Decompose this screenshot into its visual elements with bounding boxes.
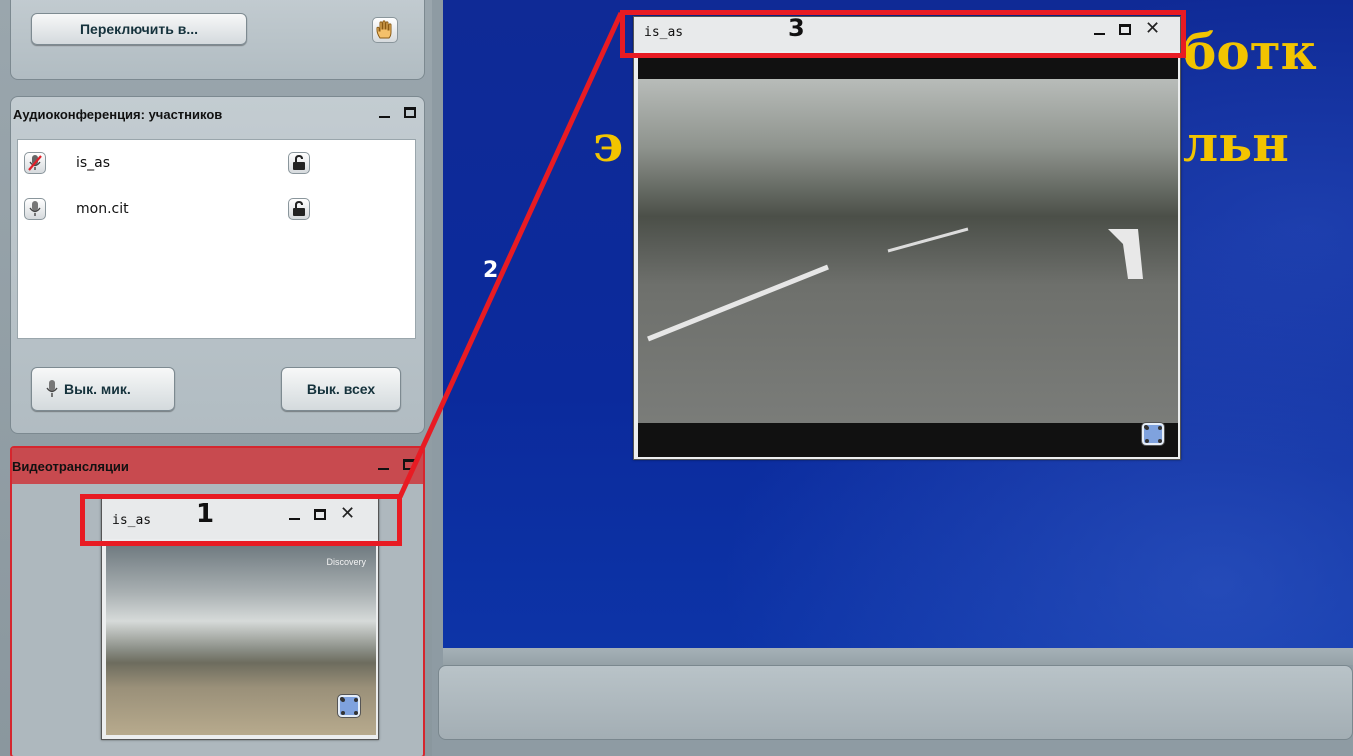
switch-view-button[interactable]: Переключить в... xyxy=(31,13,247,45)
participant-name: is_as xyxy=(76,155,111,171)
audio-conference-panel: Аудиоконференция: участников is_as mon.c… xyxy=(10,96,425,434)
minimize-icon[interactable] xyxy=(378,458,389,470)
fullscreen-icon[interactable] xyxy=(1142,423,1164,445)
top-controls-panel: Переключить в... xyxy=(10,0,425,80)
highlight-box-3 xyxy=(620,10,1186,58)
unlock-icon xyxy=(293,155,305,170)
stage-bottom-strip xyxy=(443,648,1353,665)
maximize-icon[interactable] xyxy=(404,106,416,118)
video-panel-controls xyxy=(378,458,415,470)
mute-all-button[interactable]: Вык. всех xyxy=(281,367,401,411)
video-stream-image xyxy=(106,545,376,735)
participant-row[interactable]: is_as xyxy=(24,152,404,182)
small-video-frame: Discovery xyxy=(106,545,376,735)
annotation-label-2: 2 xyxy=(483,258,499,283)
maximize-icon[interactable] xyxy=(403,458,415,470)
bottom-toolbar xyxy=(438,665,1353,740)
participant-list: is_as mon.cit xyxy=(17,139,416,339)
large-video-window[interactable]: is_as xyxy=(633,16,1181,460)
video-panel-title: Видеотрансляции xyxy=(12,459,129,474)
road-markings xyxy=(647,227,1143,342)
unlock-icon xyxy=(293,201,305,216)
lock-toggle-button[interactable] xyxy=(288,152,310,174)
raise-hand-button[interactable] xyxy=(372,17,398,43)
mic-icon xyxy=(46,380,58,397)
muted-mic-icon[interactable] xyxy=(24,152,46,174)
raise-hand-icon xyxy=(376,20,392,39)
minimize-icon[interactable] xyxy=(379,106,390,118)
audio-panel-controls xyxy=(379,106,416,118)
mute-mic-button[interactable]: Вык. мик. xyxy=(31,367,175,411)
channel-watermark: Discovery xyxy=(326,557,366,567)
audio-panel-title: Аудиоконференция: участников xyxy=(13,107,223,122)
fullscreen-icon[interactable] xyxy=(338,695,360,717)
annotation-label-3: 3 xyxy=(788,14,805,42)
lock-toggle-button[interactable] xyxy=(288,198,310,220)
participant-name: mon.cit xyxy=(76,201,129,217)
slide-text-line2-left: э xyxy=(593,114,624,173)
large-video-frame xyxy=(638,55,1178,457)
slide-text-line1: ботк xyxy=(1183,22,1317,81)
annotation-label-1: 1 xyxy=(196,499,215,529)
participant-row[interactable]: mon.cit xyxy=(24,198,404,228)
highlight-box-1 xyxy=(80,494,402,546)
mute-mic-label: Вык. мик. xyxy=(64,381,131,397)
mic-icon[interactable] xyxy=(24,198,46,220)
slide-text-line2-right: льн xyxy=(1183,114,1289,173)
